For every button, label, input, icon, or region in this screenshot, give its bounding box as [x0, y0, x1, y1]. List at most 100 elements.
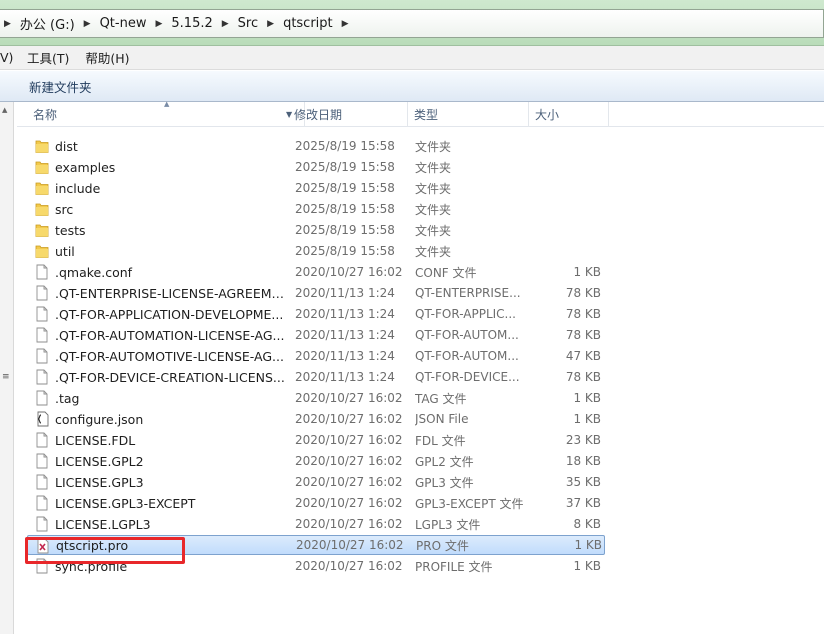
- file-row[interactable]: .QT-FOR-AUTOMOTIVE-LICENSE-AG... 2020/11/…: [27, 346, 605, 366]
- file-date: 2025/8/19 15:58: [295, 244, 395, 258]
- file-row[interactable]: .QT-ENTERPRISE-LICENSE-AGREEME... 2020/11…: [27, 283, 605, 303]
- breadcrumb-item[interactable]: ▶ qtscript ▶: [258, 10, 357, 37]
- new-folder-button[interactable]: 新建文件夹: [29, 77, 92, 96]
- file-type: 文件夹: [415, 181, 452, 196]
- menu-bar: V) 工具(T) 帮助(H): [0, 46, 824, 70]
- file-row[interactable]: .qmake.conf 2020/10/27 16:02 CONF 文件 1 KB: [27, 262, 605, 282]
- file-row[interactable]: sync.profile 2020/10/27 16:02 PROFILE 文件 1 …: [27, 556, 605, 576]
- file-icon: [35, 474, 49, 490]
- column-size[interactable]: 大小: [529, 102, 609, 127]
- breadcrumb-item[interactable]: ▶ Qt-new: [75, 10, 147, 37]
- chevron-right-icon[interactable]: ▶: [75, 19, 100, 29]
- json-file-icon: [35, 411, 49, 427]
- column-name[interactable]: 名称 ▲ ▼: [27, 100, 305, 127]
- breadcrumb[interactable]: ▶ 办公 (G:) ▶ Qt-new ▶ 5.15.2 ▶ Src ▶ qtsc…: [0, 9, 824, 38]
- breadcrumb-label[interactable]: 5.15.2: [171, 16, 212, 31]
- file-icon: [35, 390, 49, 406]
- file-type: FDL 文件: [415, 433, 466, 448]
- file-row[interactable]: include 2025/8/19 15:58 文件夹: [27, 178, 605, 198]
- breadcrumb-item[interactable]: ▶ Src: [213, 10, 258, 37]
- file-type: QT-FOR-AUTOM...: [415, 328, 519, 342]
- file-row[interactable]: LICENSE.FDL 2020/10/27 16:02 FDL 文件 23 KB: [27, 430, 605, 450]
- breadcrumb-item[interactable]: ▶ 办公 (G:): [0, 10, 75, 37]
- file-row[interactable]: .QT-FOR-DEVICE-CREATION-LICENS... 2020/11…: [27, 367, 605, 387]
- file-name: .QT-FOR-AUTOMATION-LICENSE-AG...: [55, 327, 285, 343]
- file-date: 2020/11/13 1:24: [295, 370, 395, 384]
- chevron-right-icon[interactable]: ▶: [213, 19, 238, 29]
- file-row[interactable]: configure.json 2020/10/27 16:02 JSON File 1…: [27, 409, 605, 429]
- file-row[interactable]: util 2025/8/19 15:58 文件夹: [27, 241, 605, 261]
- file-row[interactable]: .QT-FOR-APPLICATION-DEVELOPME... 2020/11/…: [27, 304, 605, 324]
- file-type: CONF 文件: [415, 265, 477, 280]
- file-icon: [35, 327, 49, 343]
- file-name: LICENSE.GPL2: [55, 453, 144, 469]
- column-header: 名称 ▲ ▼ 修改日期 类型 大小: [17, 100, 824, 127]
- file-date: 2020/10/27 16:02: [295, 454, 403, 468]
- address-bar: ▶ 办公 (G:) ▶ Qt-new ▶ 5.15.2 ▶ Src ▶ qtsc…: [0, 0, 824, 46]
- chevron-right-icon[interactable]: ▶: [333, 19, 358, 29]
- file-row[interactable]: LICENSE.GPL2 2020/10/27 16:02 GPL2 文件 18 KB: [27, 451, 605, 471]
- file-row[interactable]: dist 2025/8/19 15:58 文件夹: [27, 136, 605, 156]
- file-size: 1 KB: [573, 559, 601, 573]
- file-name: util: [55, 243, 75, 259]
- menu-help[interactable]: 帮助(H): [85, 48, 137, 67]
- column-date-label: 修改日期: [294, 108, 343, 122]
- file-date: 2020/10/27 16:02: [295, 265, 403, 279]
- file-name: tests: [55, 222, 86, 238]
- file-size: 78 KB: [565, 307, 601, 321]
- file-icon: [35, 306, 49, 322]
- file-type: GPL3 文件: [415, 475, 474, 490]
- file-date: 2020/11/13 1:24: [295, 307, 395, 321]
- file-type: QT-ENTERPRISE...: [415, 286, 521, 300]
- file-date: 2025/8/19 15:58: [295, 181, 395, 195]
- menu-view[interactable]: V): [0, 50, 27, 65]
- file-name: .QT-FOR-AUTOMOTIVE-LICENSE-AG...: [55, 348, 284, 364]
- file-date: 2020/10/27 16:02: [295, 433, 403, 447]
- file-name: examples: [55, 159, 116, 175]
- file-row[interactable]: qtscript.pro 2020/10/27 16:02 PRO 文件 1 KB: [27, 535, 605, 555]
- breadcrumb-label[interactable]: 办公 (G:): [20, 14, 75, 33]
- file-icon: [35, 453, 49, 469]
- sort-ascending-icon: ▲: [164, 100, 170, 108]
- file-size: 1 KB: [574, 538, 602, 552]
- splitter-grip-icon[interactable]: ≡: [2, 372, 10, 382]
- file-name: qtscript.pro: [56, 537, 129, 553]
- file-size: 8 KB: [573, 517, 601, 531]
- file-date: 2025/8/19 15:58: [295, 223, 395, 237]
- file-row[interactable]: LICENSE.GPL3 2020/10/27 16:02 GPL3 文件 35 KB: [27, 472, 605, 492]
- chevron-right-icon[interactable]: ▶: [258, 19, 283, 29]
- file-row[interactable]: examples 2025/8/19 15:58 文件夹: [27, 157, 605, 177]
- file-date: 2020/11/13 1:24: [295, 328, 395, 342]
- column-name-label: 名称: [33, 108, 58, 122]
- file-row[interactable]: .tag 2020/10/27 16:02 TAG 文件 1 KB: [27, 388, 605, 408]
- folder-icon: [35, 243, 49, 259]
- column-date[interactable]: 修改日期: [288, 102, 408, 127]
- file-type: GPL3-EXCEPT 文件: [415, 496, 524, 511]
- file-row[interactable]: tests 2025/8/19 15:58 文件夹: [27, 220, 605, 240]
- file-name: .tag: [55, 390, 80, 406]
- file-row[interactable]: LICENSE.GPL3-EXCEPT 2020/10/27 16:02 GPL3-…: [27, 493, 605, 513]
- navigation-pane[interactable]: ▲ ≡: [0, 102, 14, 634]
- file-row[interactable]: src 2025/8/19 15:58 文件夹: [27, 199, 605, 219]
- breadcrumb-label[interactable]: Qt-new: [100, 16, 147, 31]
- file-type: QT-FOR-APPLIC...: [415, 307, 516, 321]
- chevron-right-icon[interactable]: ▶: [0, 19, 20, 29]
- file-name: .QT-FOR-DEVICE-CREATION-LICENS...: [55, 369, 285, 385]
- menu-tools[interactable]: 工具(T): [27, 48, 85, 67]
- chevron-right-icon[interactable]: ▶: [146, 19, 171, 29]
- breadcrumb-label[interactable]: qtscript: [283, 16, 333, 31]
- file-name: LICENSE.FDL: [55, 432, 136, 448]
- breadcrumb-item[interactable]: ▶ 5.15.2: [146, 10, 212, 37]
- file-row[interactable]: .QT-FOR-AUTOMATION-LICENSE-AG... 2020/11/…: [27, 325, 605, 345]
- file-size: 23 KB: [565, 433, 601, 447]
- breadcrumb-label[interactable]: Src: [238, 16, 258, 31]
- file-size: 1 KB: [573, 265, 601, 279]
- column-type[interactable]: 类型: [408, 102, 529, 127]
- file-icon: [35, 495, 49, 511]
- file-date: 2020/10/27 16:02: [295, 517, 403, 531]
- file-date: 2020/10/27 16:02: [295, 559, 403, 573]
- file-date: 2025/8/19 15:58: [295, 202, 395, 216]
- file-row[interactable]: LICENSE.LGPL3 2020/10/27 16:02 LGPL3 文件 8 K…: [27, 514, 605, 534]
- file-type: 文件夹: [415, 223, 452, 238]
- scroll-up-icon[interactable]: ▲: [2, 106, 7, 114]
